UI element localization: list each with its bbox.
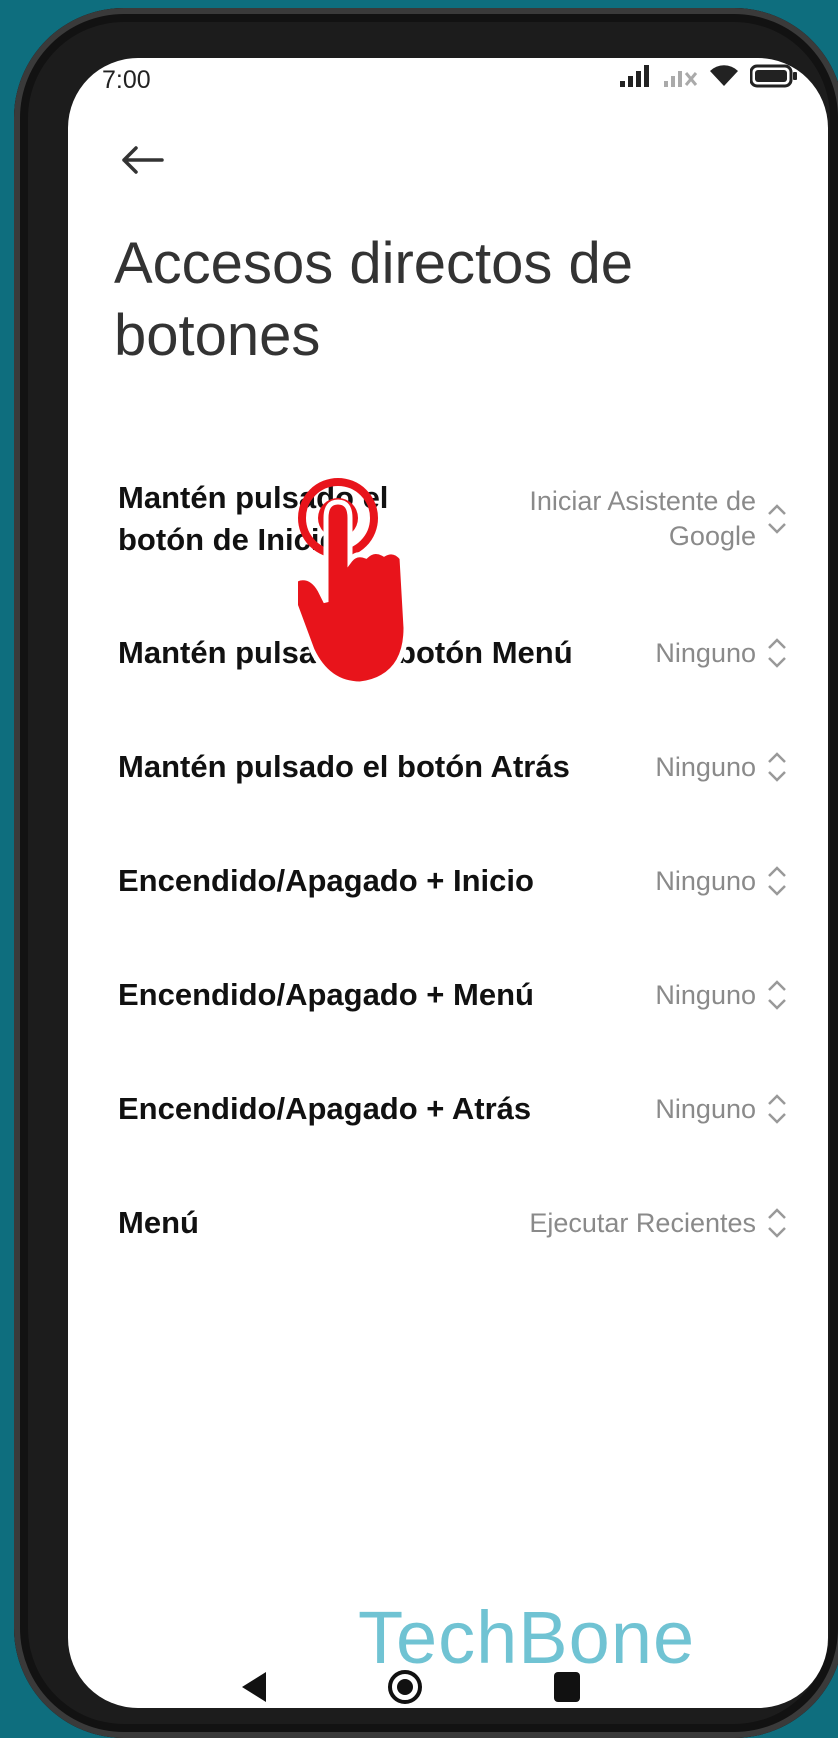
setting-value-group: Ejecutar Recientes (529, 1203, 788, 1243)
setting-value-group: Ninguno (655, 747, 788, 787)
chevron-up-down-icon (766, 1089, 788, 1129)
arrow-left-icon (122, 146, 164, 174)
setting-value: Ninguno (655, 979, 756, 1010)
setting-row-power-menu[interactable]: Encendido/Apagado + Menú Ninguno (68, 938, 828, 1052)
setting-label: Encendido/Apagado + Menú (118, 977, 534, 1012)
tap-hand-icon (298, 478, 409, 687)
wifi-icon (710, 65, 738, 86)
chevron-up-down-icon (766, 747, 788, 787)
settings-list: Mantén pulsado el botón de Inicio Inicia… (68, 438, 828, 1280)
setting-label: Encendido/Apagado + Inicio (118, 863, 534, 898)
setting-row-home-long-press[interactable]: Mantén pulsado el botón de Inicio Inicia… (68, 438, 828, 596)
status-time: 7:00 (102, 66, 151, 94)
setting-label: Mantén pulsado el botón Atrás (118, 749, 570, 784)
setting-value: Ninguno (655, 1093, 756, 1124)
chevron-up-down-icon (766, 861, 788, 901)
chevron-up-down-icon (766, 1203, 788, 1243)
nav-back-icon[interactable] (238, 1670, 268, 1704)
battery-icon (750, 64, 797, 88)
status-bar: 7:00 (68, 58, 828, 120)
setting-value: Ejecutar Recientes (529, 1207, 756, 1238)
setting-row-menu[interactable]: Menú Ejecutar Recientes (68, 1166, 828, 1280)
page-title: Accesos directos de botones (114, 231, 634, 368)
back-button[interactable] (112, 130, 172, 190)
setting-value: Ninguno (655, 637, 756, 668)
setting-row-power-back[interactable]: Encendido/Apagado + Atrás Ninguno (68, 1052, 828, 1166)
setting-label: Encendido/Apagado + Atrás (118, 1091, 532, 1126)
signal-no-sim-icon (664, 71, 698, 87)
chevron-up-down-icon (766, 499, 788, 539)
setting-row-back-long-press[interactable]: Mantén pulsado el botón Atrás Ninguno (68, 710, 828, 824)
phone-frame: 7:00 Accesos directos de botones Mantén … (14, 8, 838, 1738)
setting-value-group: Ninguno (655, 1089, 788, 1129)
chevron-up-down-icon (766, 633, 788, 673)
setting-value-group: Ninguno (655, 975, 788, 1015)
setting-value: Ninguno (655, 751, 756, 782)
watermark-logo: TechBone (358, 1596, 696, 1679)
setting-value-group: Iniciar Asistente de Google (496, 484, 788, 554)
setting-value-group: Ninguno (655, 861, 788, 901)
setting-row-menu-long-press[interactable]: Mantén pulsado el botón Menú Ninguno (68, 596, 828, 710)
status-icons (620, 64, 798, 88)
chevron-up-down-icon (766, 975, 788, 1015)
setting-row-power-home[interactable]: Encendido/Apagado + Inicio Ninguno (68, 824, 828, 938)
setting-value-group: Ninguno (655, 633, 788, 673)
signal-icon (620, 65, 649, 87)
setting-value: Ninguno (655, 865, 756, 896)
setting-value: Iniciar Asistente de Google (529, 486, 756, 551)
setting-label: Menú (118, 1205, 199, 1240)
screen: 7:00 Accesos directos de botones Mantén … (68, 58, 828, 1708)
